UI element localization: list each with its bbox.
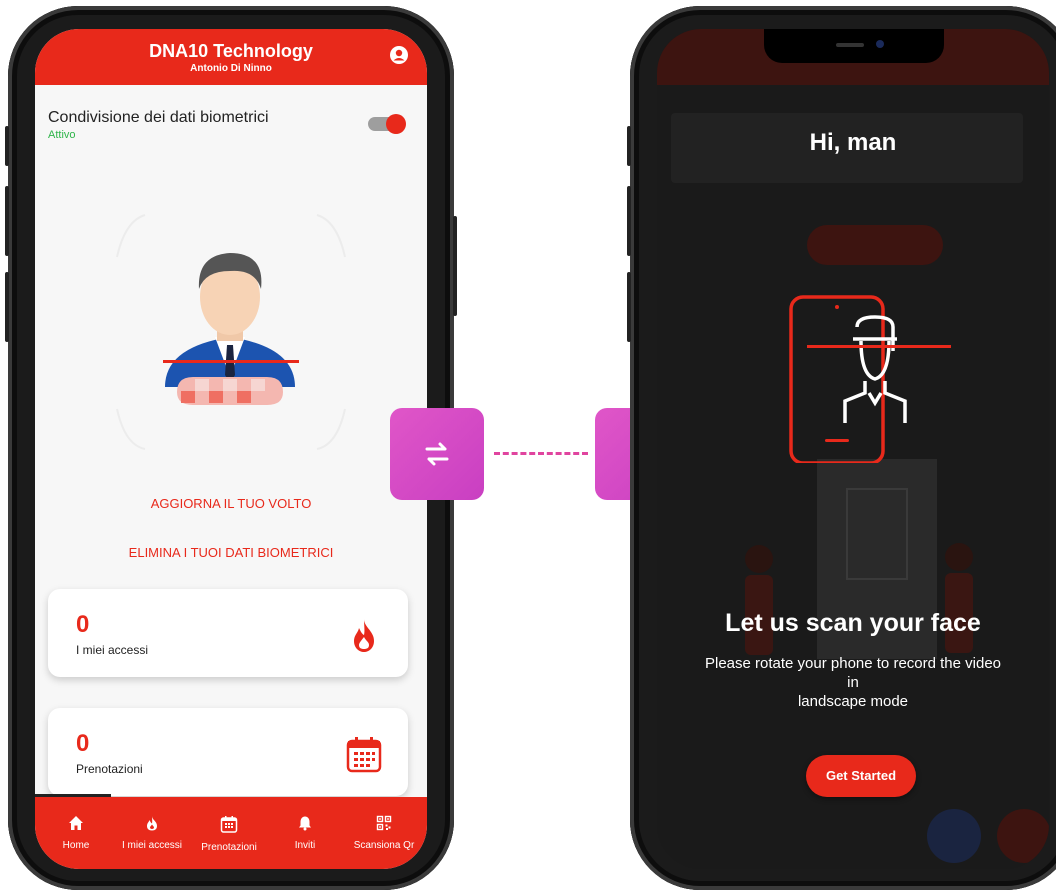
nav-home[interactable]: Home [57,815,95,851]
profile-icon[interactable] [389,45,409,65]
greeting: Hi, man [809,129,897,156]
phone-face-scan-icon [789,295,951,463]
left-screen: DNA10 Technology Antonio Di Ninno Condiv… [35,29,427,869]
scan-description-line-1: Please rotate your phone to record the v… [704,655,1002,672]
toggle-knob [386,114,406,134]
qr-code-icon [376,815,392,831]
dimmed-pill [807,225,943,265]
biometric-status: Attivo [48,129,76,141]
scan-description-line-2: in [847,674,859,691]
flame-icon [354,619,374,652]
nav-bookings[interactable]: Prenotazioni [195,815,263,853]
biometric-sharing-label: Condivisione dei dati biometrici [48,109,269,126]
dimmed-fab-right [997,809,1049,863]
update-face-link[interactable]: AGGIORNA IL TUO VOLTO [35,496,427,511]
nav-accesses-label: I miei accessi [121,840,182,851]
nav-invites[interactable]: Inviti [287,815,323,851]
bookings-label: Prenotazioni [76,762,143,776]
scan-description: Please rotate your phone to record the v… [657,654,1049,711]
flame-icon [147,816,157,831]
phone-notch [764,29,944,63]
calendar-icon [346,737,382,773]
get-started-button[interactable]: Get Started [806,755,916,797]
dimmed-fab-left [927,809,981,863]
connector-dashed-line [494,452,588,455]
bookings-count: 0 [76,730,90,757]
nav-accesses[interactable]: I miei accessi [115,815,189,851]
delete-biometric-link[interactable]: ELIMINA I TUOI DATI BIOMETRICI [35,545,427,560]
bookings-card[interactable]: 0 Prenotazioni [48,708,408,796]
front-camera [876,40,884,48]
swap-arrows-icon [425,442,449,466]
nav-home-label: Home [62,840,90,851]
bottom-navigation: Home I miei accessi Prenotazioni Inviti … [35,797,427,869]
right-screen: Hi, man Let us scan your face Please rot… [657,29,1049,869]
speaker [836,43,864,47]
nav-scan-qr[interactable]: Scansiona Qr [347,815,421,851]
nav-scan-qr-label: Scansiona Qr [353,840,415,851]
scan-description-line-3: landscape mode [797,693,909,710]
app-title: DNA10 Technology [149,41,313,61]
nav-bookings-label: Prenotazioni [201,842,257,853]
scan-title: Let us scan your face [725,609,981,637]
bell-icon [299,816,311,831]
swap-button-left[interactable] [390,408,484,500]
accesses-count: 0 [76,611,90,638]
app-header: DNA10 Technology Antonio Di Ninno [35,29,427,85]
accesses-label: I miei accessi [76,643,149,657]
user-name: Antonio Di Ninno [190,63,272,74]
biometric-toggle[interactable] [368,114,406,134]
left-phone-frame: DNA10 Technology Antonio Di Ninno Condiv… [5,6,457,890]
biometric-sharing-row: Condivisione dei dati biometrici Attivo [48,109,408,141]
accesses-card[interactable]: 0 I miei accessi [48,589,408,677]
right-phone-frame: Hi, man Let us scan your face Please rot… [627,6,1056,890]
calendar-icon [220,816,238,833]
nav-invites-label: Inviti [294,840,316,851]
home-icon [69,816,83,830]
face-preview [116,214,346,450]
